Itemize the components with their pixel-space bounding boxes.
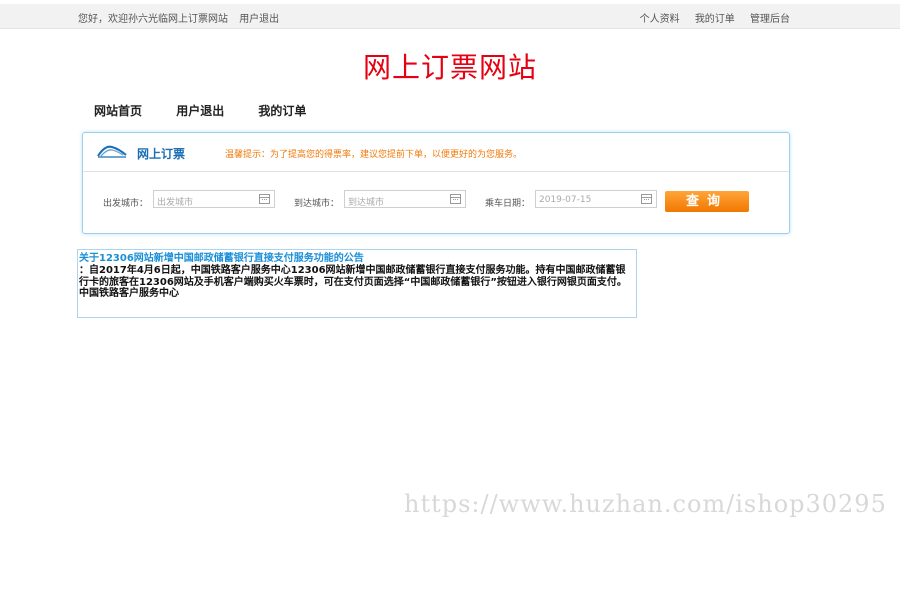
site-title: 网上订票网站 (362, 51, 537, 84)
from-city-input[interactable]: 出发城市 (153, 190, 275, 208)
welcome-text: 您好，欢迎孙六光临网上订票网站 (78, 14, 228, 25)
top-logout-link[interactable]: 用户退出 (239, 14, 279, 25)
booking-panel: 网上订票 温馨提示：为了提高您的得票率，建议您提前下单，以便更好的为您服务。 出… (82, 132, 790, 234)
main-nav: 网站首页 用户退出 我的订单 (94, 102, 336, 119)
to-city-input[interactable]: 到达城市 (344, 190, 466, 208)
welcome-area: 您好，欢迎孙六光临网上订票网站 用户退出 (78, 10, 287, 25)
calendar-icon[interactable] (641, 194, 652, 204)
notice-box: 关于12306网站新增中国邮政储蓄银行直接支付服务功能的公告 ：自2017年4月… (77, 249, 637, 318)
calendar-icon[interactable] (259, 194, 270, 204)
to-city-label: 到达城市： (294, 199, 340, 209)
calendar-icon[interactable] (450, 194, 461, 204)
from-city-placeholder: 出发城市 (157, 198, 194, 208)
train-logo-icon (97, 145, 127, 158)
admin-link[interactable]: 管理后台 (750, 14, 790, 25)
booking-tip: 温馨提示：为了提高您的得票率，建议您提前下单，以便更好的为您服务。 (225, 150, 523, 160)
notice-title-link[interactable]: 关于12306网站新增中国邮政储蓄银行直接支付服务功能的公告 (79, 253, 364, 265)
date-input[interactable]: 2019-07-15 (535, 190, 657, 208)
date-value: 2019-07-15 (539, 195, 592, 205)
my-orders-top-link[interactable]: 我的订单 (695, 14, 735, 25)
nav-my-orders[interactable]: 我的订单 (258, 104, 306, 118)
top-links: 个人资料 我的订单 管理后台 (628, 10, 790, 25)
search-button[interactable]: 查询 (665, 191, 749, 212)
from-city-label: 出发城市： (103, 199, 149, 209)
nav-logout[interactable]: 用户退出 (176, 104, 224, 118)
booking-panel-header: 网上订票 温馨提示：为了提高您的得票率，建议您提前下单，以便更好的为您服务。 (83, 133, 789, 172)
notice-body: ：自2017年4月6日起，中国铁路客户服务中心12306网站新增中国邮政储蓄银行… (79, 265, 627, 299)
date-label: 乘车日期： (485, 199, 531, 209)
to-city-placeholder: 到达城市 (348, 198, 385, 208)
profile-link[interactable]: 个人资料 (640, 14, 680, 25)
booking-title: 网上订票 (137, 147, 186, 161)
top-bar: 您好，欢迎孙六光临网上订票网站 用户退出 个人资料 我的订单 管理后台 (0, 4, 900, 29)
watermark-text: https://www.huzhan.com/ishop30295 (404, 490, 887, 518)
nav-home[interactable]: 网站首页 (94, 104, 142, 118)
